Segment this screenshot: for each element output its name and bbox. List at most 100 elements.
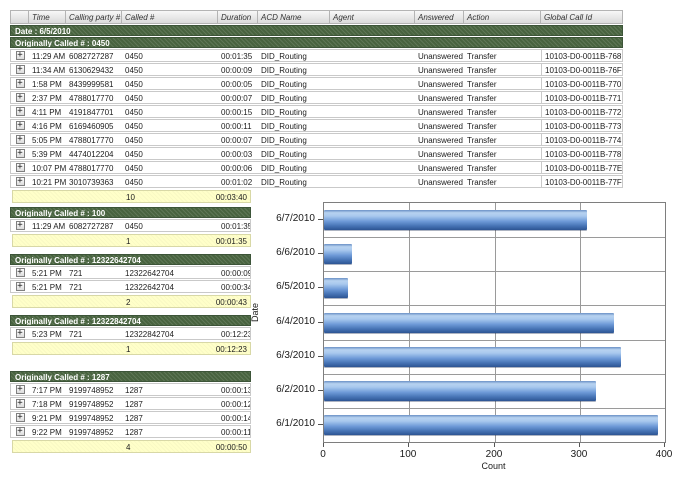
table-row[interactable]: +7:18 PM9199748952128700:00:12 (10, 397, 251, 410)
cell-action: Transfer (464, 161, 541, 174)
chart-yaxis-tick (318, 219, 323, 220)
table-row[interactable]: +5:05 PM4788017770045000:00:07DID_Routin… (10, 133, 623, 146)
column-header-expand[interactable] (10, 10, 29, 24)
table-row[interactable]: +10:21 PM3010739363045000:01:02DID_Routi… (10, 175, 623, 188)
chart-bar (324, 415, 658, 435)
chart-gridline-horizontal (324, 340, 665, 341)
cell-duration: 00:00:14 (218, 411, 251, 424)
originally-called-group-band: Originally Called # : 0450 (10, 37, 623, 48)
group-summary-row: 100:01:35 (12, 234, 251, 247)
table-row[interactable]: +4:16 PM6169460905045000:00:11DID_Routin… (10, 119, 623, 132)
cell-agent (330, 119, 415, 132)
chart-yaxis-tick-label: 6/7/2010 (255, 213, 315, 224)
chart-gridline-horizontal (324, 374, 665, 375)
column-header-answered[interactable]: Answered (415, 10, 464, 24)
cell-called: 0450 (122, 91, 218, 104)
cell-global_id: 10103-D0-0011B-772 (541, 105, 623, 118)
chart-xaxis-tick (408, 443, 409, 447)
column-header-called[interactable]: Called # (122, 10, 218, 24)
table-row[interactable]: +11:29 AM6082727287045000:01:35 (10, 219, 251, 232)
cell-agent (330, 133, 415, 146)
table-row[interactable]: +11:29 AM6082727287045000:01:35DID_Routi… (10, 49, 623, 62)
cell-time: 11:34 AM (29, 63, 66, 76)
cell-calling: 4191847701 (66, 105, 122, 118)
column-header-time[interactable]: Time (29, 10, 66, 24)
table-row[interactable]: +7:17 PM9199748952128700:00:13 (10, 383, 251, 396)
cell-time: 4:11 PM (29, 105, 66, 118)
chart-xaxis-tick-label: 100 (388, 449, 428, 460)
table-row[interactable]: +5:21 PM7211232264270400:00:09 (10, 266, 251, 279)
expand-row-button[interactable]: + (16, 51, 25, 60)
expand-row-button[interactable]: + (16, 65, 25, 74)
cell-calling: 9199748952 (66, 383, 122, 396)
table-row[interactable]: +9:21 PM9199748952128700:00:14 (10, 411, 251, 424)
cell-duration: 00:00:12 (218, 397, 251, 410)
chart-xaxis-tick-label: 400 (644, 449, 676, 460)
table-row[interactable]: +1:58 PM8439999581045000:00:05DID_Routin… (10, 77, 623, 90)
expand-row-button[interactable]: + (16, 163, 25, 172)
expand-row-button[interactable]: + (16, 282, 25, 291)
table-row[interactable]: +5:23 PM7211232284270400:12:23 (10, 327, 251, 340)
chart-bar (324, 347, 621, 367)
chart-yaxis-tick (318, 253, 323, 254)
expand-cell: + (10, 91, 29, 104)
expand-row-button[interactable]: + (16, 177, 25, 186)
column-header-acd[interactable]: ACD Name (258, 10, 330, 24)
cell-called: 0450 (122, 147, 218, 160)
summary-call-count: 1 (126, 238, 130, 246)
cell-called: 0450 (122, 219, 218, 232)
cell-duration: 00:00:34 (218, 280, 251, 293)
expand-row-button[interactable]: + (16, 399, 25, 408)
expand-row-button[interactable]: + (16, 385, 25, 394)
summary-group: Originally Called # : 1287+7:17 PM919974… (10, 371, 251, 453)
column-header-duration[interactable]: Duration (218, 10, 258, 24)
cell-answered: Unanswered (415, 105, 464, 118)
chart-yaxis-tick (318, 424, 323, 425)
expand-row-button[interactable]: + (16, 329, 25, 338)
column-header-agent[interactable]: Agent (330, 10, 415, 24)
expand-row-button[interactable]: + (16, 149, 25, 158)
chart-xaxis-tick (579, 443, 580, 447)
cell-calling: 3010739363 (66, 175, 122, 188)
cell-action: Transfer (464, 147, 541, 160)
column-header-action[interactable]: Action (464, 10, 541, 24)
cell-called: 0450 (122, 77, 218, 90)
expand-row-button[interactable]: + (16, 413, 25, 422)
expand-row-button[interactable]: + (16, 79, 25, 88)
summary-total-duration: 00:12:23 (216, 346, 247, 354)
table-row[interactable]: +4:11 PM4191847701045000:00:15DID_Routin… (10, 105, 623, 118)
table-row[interactable]: +5:21 PM7211232264270400:00:34 (10, 280, 251, 293)
cell-calling: 6169460905 (66, 119, 122, 132)
cell-called: 0450 (122, 133, 218, 146)
cell-agent (330, 77, 415, 90)
table-row[interactable]: +9:22 PM9199748952128700:00:11 (10, 425, 251, 438)
chart-plot (323, 202, 666, 443)
cell-duration: 00:01:35 (218, 219, 251, 232)
expand-row-button[interactable]: + (16, 221, 25, 230)
column-header-calling[interactable]: Calling party # (66, 10, 122, 24)
table-row[interactable]: +5:39 PM4474012204045000:00:03DID_Routin… (10, 147, 623, 160)
chart-yaxis-tick-label: 6/1/2010 (255, 418, 315, 429)
cell-calling: 6082727287 (66, 219, 122, 232)
cell-acd: DID_Routing (258, 105, 330, 118)
chart-gridline-horizontal (324, 237, 665, 238)
expand-row-button[interactable]: + (16, 268, 25, 277)
expand-row-button[interactable]: + (16, 93, 25, 102)
expand-row-button[interactable]: + (16, 121, 25, 130)
table-row[interactable]: +2:37 PM4788017770045000:00:07DID_Routin… (10, 91, 623, 104)
expand-row-button[interactable]: + (16, 107, 25, 116)
cell-duration: 00:12:23 (218, 327, 251, 340)
expand-row-button[interactable]: + (16, 427, 25, 436)
table-row[interactable]: +10:07 PM4788017770045000:00:06DID_Routi… (10, 161, 623, 174)
cell-time: 4:16 PM (29, 119, 66, 132)
expand-cell: + (10, 219, 29, 232)
cell-answered: Unanswered (415, 63, 464, 76)
summary-total-duration: 00:00:43 (216, 299, 247, 307)
cell-global_id: 10103-D0-0011B-778 (541, 147, 623, 160)
expand-row-button[interactable]: + (16, 135, 25, 144)
cell-answered: Unanswered (415, 119, 464, 132)
chart-xaxis-tick (494, 443, 495, 447)
table-row[interactable]: +11:34 AM6130629432045000:00:09DID_Routi… (10, 63, 623, 76)
expand-cell: + (10, 161, 29, 174)
column-header-global_id[interactable]: Global Call Id (541, 10, 623, 24)
